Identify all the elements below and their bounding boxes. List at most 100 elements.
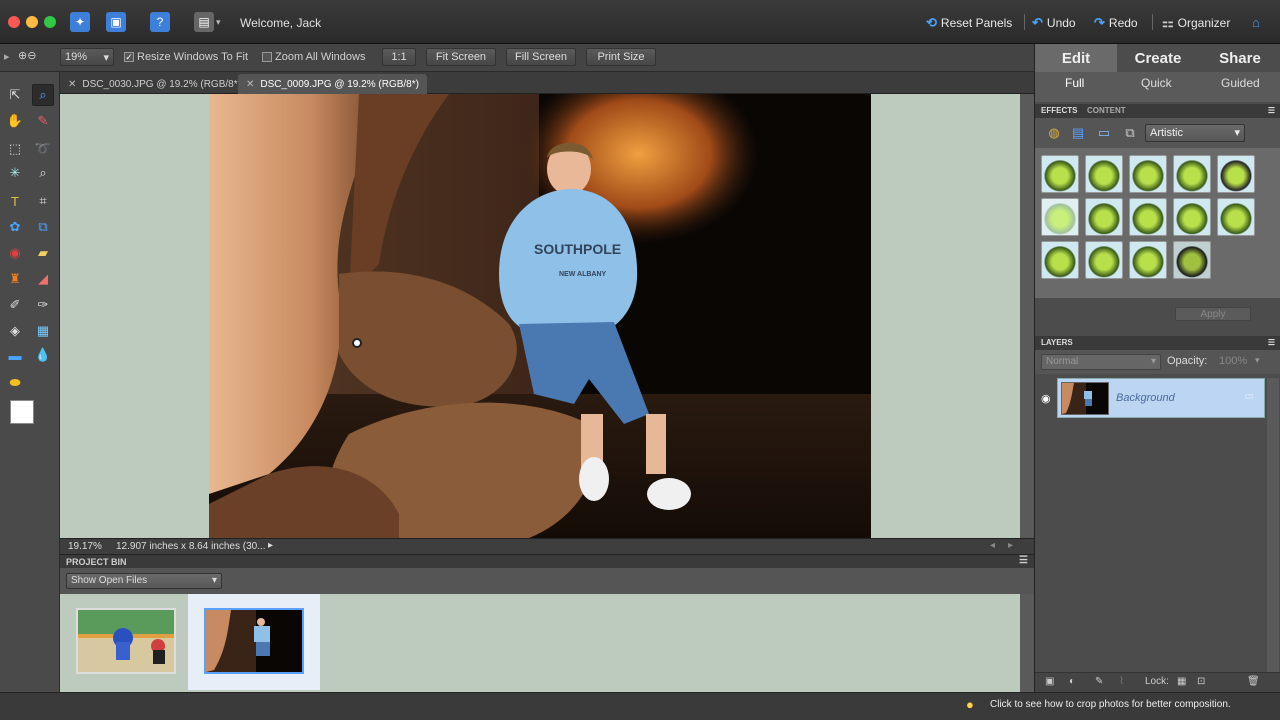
link-icon[interactable]: ⌇ bbox=[1119, 676, 1124, 687]
apply-button[interactable]: Apply bbox=[1175, 307, 1251, 321]
hint-text[interactable]: Click to see how to crop photos for bett… bbox=[990, 699, 1231, 710]
photo-effects-icon[interactable]: ▭ bbox=[1093, 122, 1115, 144]
zoom-all-windows-checkbox[interactable]: Zoom All Windows bbox=[262, 51, 365, 63]
print-size-button[interactable]: Print Size bbox=[586, 48, 656, 66]
recompose-tool-icon[interactable]: ⧉ bbox=[32, 216, 54, 238]
status-menu-arrow-icon[interactable]: ▸ bbox=[268, 540, 273, 551]
effect-thumbnail[interactable] bbox=[1085, 241, 1123, 279]
new-adjustment-layer-icon[interactable]: ◐ bbox=[1069, 676, 1075, 687]
effects-category-select[interactable]: Artistic ▾ bbox=[1145, 124, 1245, 142]
tab-create[interactable]: Create bbox=[1117, 44, 1199, 72]
reset-panels-button[interactable]: ⟲ Reset Panels bbox=[926, 15, 1012, 31]
magic-wand-tool-icon[interactable]: ✳ bbox=[4, 162, 26, 184]
lock-transparent-icon[interactable]: ▦ bbox=[1177, 676, 1186, 687]
close-tab-icon[interactable]: ✕ bbox=[246, 79, 254, 90]
color-swatches[interactable] bbox=[10, 400, 48, 438]
filters-icon[interactable]: ◍ bbox=[1043, 122, 1065, 144]
thumbnail-dsc0030[interactable] bbox=[76, 608, 176, 674]
zoom-in-out-icon[interactable]: ⊕⊖ bbox=[18, 49, 36, 62]
blur-tool-icon[interactable]: 💧 bbox=[32, 344, 54, 366]
effect-thumbnail[interactable] bbox=[1217, 155, 1255, 193]
layers-scrollbar[interactable] bbox=[1267, 378, 1279, 672]
subtab-guided[interactable]: Guided bbox=[1221, 76, 1260, 90]
subtab-full[interactable]: Full bbox=[1065, 76, 1084, 90]
effect-thumbnail[interactable] bbox=[1041, 241, 1079, 279]
effect-thumbnail[interactable] bbox=[1085, 155, 1123, 193]
subtab-quick[interactable]: Quick bbox=[1141, 76, 1172, 90]
options-menu-icon[interactable]: ▸ bbox=[4, 50, 10, 63]
brush-icon[interactable]: ✎ bbox=[1095, 676, 1103, 687]
lightbulb-icon[interactable]: ● bbox=[966, 697, 974, 712]
lasso-tool-icon[interactable]: ➰ bbox=[32, 138, 54, 160]
organizer-button[interactable]: ⚏ Organizer bbox=[1162, 15, 1230, 31]
home-button[interactable]: ⌂ bbox=[1252, 15, 1260, 30]
thumbnail-dsc0009[interactable] bbox=[204, 608, 304, 674]
effect-thumbnail[interactable] bbox=[1217, 198, 1255, 236]
effect-thumbnail[interactable] bbox=[1041, 155, 1079, 193]
trash-icon[interactable]: 🗑 bbox=[1247, 676, 1260, 687]
bin-scrollbar[interactable] bbox=[1020, 594, 1034, 692]
marquee-tool-icon[interactable]: ⬚ bbox=[4, 138, 26, 160]
zoom-level-select[interactable]: 19% ▾ bbox=[60, 48, 114, 66]
shape-tool-icon[interactable]: ▬ bbox=[4, 344, 26, 366]
doc-tab-dsc0009[interactable]: ✕ DSC_0009.JPG @ 19.2% (RGB/8*) bbox=[238, 74, 427, 94]
healing-brush-tool-icon[interactable]: ▰ bbox=[32, 242, 54, 264]
effects-tab[interactable]: EFFECTS bbox=[1041, 106, 1077, 115]
save-icon[interactable]: ▣ bbox=[106, 12, 126, 32]
cave-photo[interactable]: SOUTHPOLE NEW ALBANY bbox=[209, 94, 871, 538]
layer-styles-icon[interactable]: ▤ bbox=[1067, 122, 1089, 144]
effect-thumbnail[interactable] bbox=[1041, 198, 1079, 236]
cookie-cutter-tool-icon[interactable]: ✿ bbox=[4, 216, 26, 238]
hand-tool-icon[interactable]: ✋ bbox=[4, 110, 26, 132]
tab-share[interactable]: Share bbox=[1199, 44, 1280, 72]
resize-windows-checkbox[interactable]: ✓ Resize Windows To Fit bbox=[124, 51, 248, 63]
new-file-icon[interactable]: ✦ bbox=[70, 12, 90, 32]
fit-screen-button[interactable]: Fit Screen bbox=[426, 48, 496, 66]
minimize-window-button[interactable] bbox=[26, 16, 38, 28]
undo-button[interactable]: ↶ Undo bbox=[1032, 15, 1076, 31]
gradient-tool-icon[interactable]: ▦ bbox=[32, 320, 54, 342]
sponge-tool-icon[interactable]: ⬬ bbox=[4, 372, 26, 394]
crop-tool-icon[interactable]: ⌗ bbox=[32, 190, 54, 212]
fill-screen-button[interactable]: Fill Screen bbox=[506, 48, 576, 66]
show-open-files-select[interactable]: Show Open Files ▾ bbox=[66, 573, 222, 589]
move-tool-icon[interactable]: ⇱ bbox=[4, 84, 26, 106]
actual-pixels-button[interactable]: 1:1 bbox=[382, 48, 416, 66]
zoom-tool-icon[interactable]: ⌕ bbox=[32, 84, 54, 106]
effect-thumbnail[interactable] bbox=[1085, 198, 1123, 236]
canvas-vertical-scrollbar[interactable] bbox=[1020, 94, 1034, 538]
help-icon[interactable]: ? bbox=[150, 12, 170, 32]
effect-thumbnail[interactable] bbox=[1129, 155, 1167, 193]
red-eye-tool-icon[interactable]: ◉ bbox=[4, 242, 26, 264]
quick-selection-tool-icon[interactable]: ⌕ bbox=[32, 162, 54, 184]
chevron-down-icon[interactable]: ▾ bbox=[1255, 355, 1260, 366]
close-window-button[interactable] bbox=[8, 16, 20, 28]
zoom-window-button[interactable] bbox=[44, 16, 56, 28]
doc-tab-dsc0030[interactable]: ✕ DSC_0030.JPG @ 19.2% (RGB/8*) bbox=[60, 74, 249, 94]
brush-tool-icon[interactable]: ✐ bbox=[4, 294, 26, 316]
eraser-tool-icon[interactable]: ◢ bbox=[32, 268, 54, 290]
effect-thumbnail[interactable] bbox=[1173, 198, 1211, 236]
effect-thumbnail[interactable] bbox=[1173, 241, 1211, 279]
smart-brush-tool-icon[interactable]: ✑ bbox=[32, 294, 54, 316]
scroll-left-icon[interactable]: ◂ bbox=[990, 540, 995, 551]
eyedropper-tool-icon[interactable]: ✎ bbox=[32, 110, 54, 132]
opacity-value[interactable]: 100% bbox=[1219, 355, 1247, 367]
effect-thumbnail[interactable] bbox=[1173, 155, 1211, 193]
image-canvas[interactable]: SOUTHPOLE NEW ALBANY bbox=[60, 94, 1020, 538]
tab-edit[interactable]: Edit bbox=[1035, 44, 1117, 72]
new-layer-icon[interactable]: ▣ bbox=[1045, 676, 1054, 687]
effect-thumbnail[interactable] bbox=[1129, 241, 1167, 279]
layer-row-background[interactable]: Background ▭ bbox=[1057, 378, 1265, 418]
panel-menu-icon[interactable]: ☰ bbox=[1268, 106, 1275, 115]
effect-thumbnail[interactable] bbox=[1129, 198, 1167, 236]
foreground-color-swatch[interactable] bbox=[10, 400, 34, 424]
lock-all-icon[interactable]: ⊡ bbox=[1197, 676, 1205, 687]
clone-stamp-tool-icon[interactable]: ♜ bbox=[4, 268, 26, 290]
layout-chevron-down-icon[interactable]: ▾ bbox=[216, 17, 221, 28]
redo-button[interactable]: ↷ Redo bbox=[1094, 15, 1138, 31]
paint-bucket-tool-icon[interactable]: ◈ bbox=[4, 320, 26, 342]
type-tool-icon[interactable]: T bbox=[4, 190, 26, 212]
layout-menu-icon[interactable]: ▤ bbox=[194, 12, 214, 32]
visibility-eye-icon[interactable]: ◉ bbox=[1041, 392, 1051, 405]
